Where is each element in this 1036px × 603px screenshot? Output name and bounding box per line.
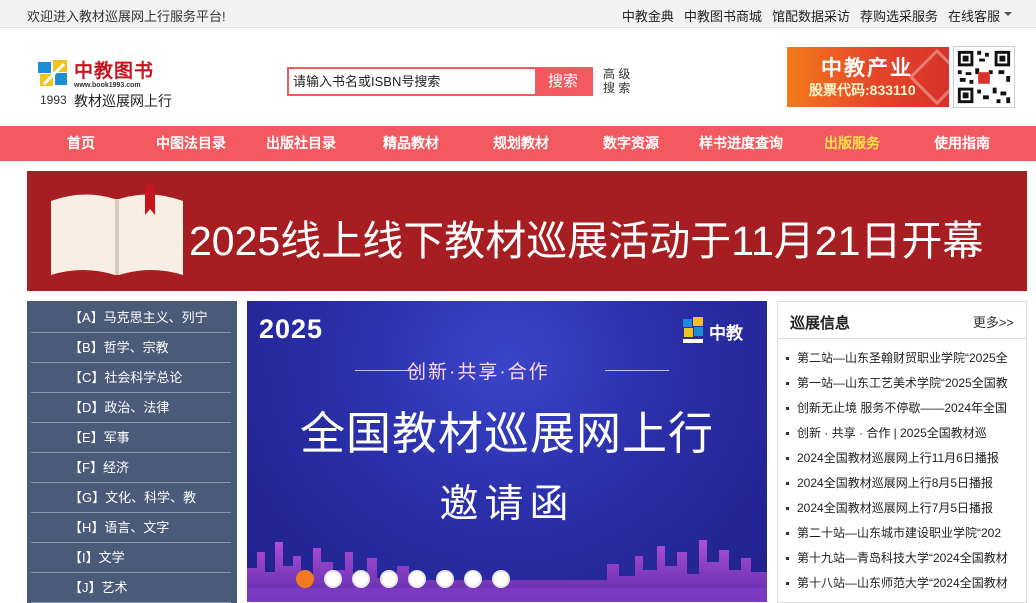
news-item[interactable]: 第二站—山东圣翰财贸职业学院“2025全 <box>786 346 1026 371</box>
exhibition-news-panel: 巡展信息 更多>> 第二站—山东圣翰财贸职业学院“2025全 第一站—山东工艺美… <box>777 301 1027 603</box>
news-panel-header: 巡展信息 更多>> <box>778 302 1026 339</box>
bullet-icon <box>786 532 789 536</box>
nav-clc-catalog[interactable]: 中图法目录 <box>147 126 235 161</box>
nav-planned-textbooks[interactable]: 规划教材 <box>477 126 565 161</box>
slogan-line-right <box>605 370 669 371</box>
bullet-icon <box>786 357 789 361</box>
category-item-i[interactable]: 【I】文学 <box>31 543 231 573</box>
news-item[interactable]: 2024全国教材巡展网上行7月5日播报 <box>786 496 1026 521</box>
logo-year: 1993 <box>40 93 67 107</box>
news-item[interactable]: 第一站—山东工艺美术学院“2025全国教 <box>786 371 1026 396</box>
news-item[interactable]: 2024全国教材巡展网上行11月6日播报 <box>786 446 1026 471</box>
nav-digital-resources[interactable]: 数字资源 <box>587 126 675 161</box>
news-item-text: 第十九站—青岛科技大学“2024全国教材 <box>797 551 1008 565</box>
event-banner[interactable]: 2025线上线下教材巡展活动于11月21日开幕 <box>27 171 1027 291</box>
main-nav: 首页 中图法目录 出版社目录 精品教材 规划教材 数字资源 样书进度查询 出版服… <box>0 126 1036 161</box>
category-item-h[interactable]: 【H】语言、文字 <box>31 513 231 543</box>
top-bar: 欢迎进入教材巡展网上行服务平台! 中教金典 中教图书商城 馆配数据采访 荐购选采… <box>0 0 1036 28</box>
slider-dot-3[interactable] <box>352 570 370 588</box>
advanced-search-line1: 高 级 <box>603 67 631 81</box>
nav-sample-progress[interactable]: 样书进度查询 <box>690 126 792 161</box>
slider-dot-2[interactable] <box>324 570 342 588</box>
category-item-j[interactable]: 【J】艺术 <box>31 573 231 603</box>
promo-title: 中教产业 <box>821 57 913 80</box>
news-item-text: 2024全国教材巡展网上行11月6日播报 <box>797 451 999 465</box>
slide-logo-text: 中教 <box>709 324 743 344</box>
news-item-text: 创新无止境 服务不停歇——2024年全国 <box>797 401 1008 415</box>
logo-slogan: 教材巡展网上行 <box>74 93 172 109</box>
logo-url: www.book1993.com <box>74 82 141 89</box>
search-button[interactable]: 搜索 <box>535 69 591 94</box>
top-link-zhongjiao-jindian[interactable]: 中教金典 <box>622 6 674 25</box>
logo-brand: 中教图书 <box>74 60 155 82</box>
nav-home[interactable]: 首页 <box>43 126 119 161</box>
slider-dot-5[interactable] <box>408 570 426 588</box>
nav-quality-textbooks[interactable]: 精品教材 <box>367 126 455 161</box>
open-book-icon <box>51 185 183 275</box>
bullet-icon <box>786 432 789 436</box>
site-logo[interactable]: 中教图书 www.book1993.com 1993 教材巡展网上行 <box>36 52 186 110</box>
category-item-d[interactable]: 【D】政治、法律 <box>31 393 231 423</box>
news-item-text: 第二十站—山东城市建设职业学院“202 <box>797 526 1002 540</box>
advanced-search-line2: 搜 索 <box>603 81 631 95</box>
nav-user-guide[interactable]: 使用指南 <box>918 126 1006 161</box>
category-item-a[interactable]: 【A】马克思主义、列宁 <box>31 303 231 333</box>
category-item-e[interactable]: 【E】军事 <box>31 423 231 453</box>
news-item[interactable]: 2024全国教材巡展网上行8月5日播报 <box>786 471 1026 496</box>
news-item-text: 第十八站—山东师范大学“2024全国教材 <box>797 576 1008 590</box>
news-item-text: 第一站—山东工艺美术学院“2025全国教 <box>797 376 1008 390</box>
news-item[interactable]: 创新 · 共享 · 合作 | 2025全国教材巡 <box>786 421 1026 446</box>
slider-dot-6[interactable] <box>436 570 454 588</box>
news-item-text: 2024全国教材巡展网上行7月5日播报 <box>797 501 994 515</box>
city-skyline-graphic <box>247 540 767 602</box>
news-panel-title: 巡展信息 <box>790 315 851 332</box>
slide-slogan: 创新·共享·合作 <box>407 362 550 383</box>
category-item-g[interactable]: 【G】文化、科学、教 <box>31 483 231 513</box>
top-link-book-mall[interactable]: 中教图书商城 <box>684 6 762 25</box>
slide-subtitle: 邀请函 <box>439 483 575 526</box>
category-item-c[interactable]: 【C】社会科学总论 <box>31 363 231 393</box>
hero-slider[interactable]: 2025 中教 创新·共享·合作 全国教材巡展网上行 邀请函 <box>247 301 767 602</box>
top-links: 中教金典 中教图书商城 馆配数据采访 荐购选采服务 在线客服 <box>622 6 1000 25</box>
news-item-text: 2024全国教材巡展网上行8月5日播报 <box>797 476 994 490</box>
category-item-b[interactable]: 【B】哲学、宗教 <box>31 333 231 363</box>
banner-title: 2025线上线下教材巡展活动于11月21日开幕 <box>189 218 984 264</box>
bullet-icon <box>786 507 789 511</box>
chevron-down-icon[interactable] <box>1004 10 1012 18</box>
slide-year: 2025 <box>259 314 324 344</box>
bullet-icon <box>786 557 789 561</box>
bullet-icon <box>786 382 789 386</box>
top-link-recommend-service[interactable]: 荐购选采服务 <box>860 6 938 25</box>
nav-publishing-services[interactable]: 出版服务 <box>808 126 896 161</box>
slide-title: 全国教材巡展网上行 <box>299 408 714 459</box>
bullet-icon <box>786 582 789 586</box>
slider-dot-4[interactable] <box>380 570 398 588</box>
news-item[interactable]: 第二十站—山东城市建设职业学院“202 <box>786 521 1026 546</box>
news-item-text: 第二站—山东圣翰财贸职业学院“2025全 <box>797 351 1008 365</box>
news-item[interactable]: 第十八站—山东师范大学“2024全国教材 <box>786 571 1026 596</box>
slider-dot-7[interactable] <box>464 570 482 588</box>
bullet-icon <box>786 407 789 411</box>
bullet-icon <box>786 482 789 486</box>
promo-stock-code: 股票代码:833110 <box>809 82 916 98</box>
welcome-text: 欢迎进入教材巡展网上行服务平台! <box>27 9 226 24</box>
category-list: 【A】马克思主义、列宁 【B】哲学、宗教 【C】社会科学总论 【D】政治、法律 … <box>27 301 237 603</box>
nav-publisher-catalog[interactable]: 出版社目录 <box>257 126 345 161</box>
category-item-f[interactable]: 【F】经济 <box>31 453 231 483</box>
search-input[interactable] <box>289 69 537 94</box>
bullet-icon <box>786 457 789 461</box>
logo-mark-icon <box>38 60 67 86</box>
advanced-search-link[interactable]: 高 级 搜 索 <box>603 67 633 95</box>
slider-dot-1[interactable] <box>296 570 314 588</box>
news-item[interactable]: 创新无止境 服务不停歇——2024年全国 <box>786 396 1026 421</box>
top-link-library-procurement[interactable]: 馆配数据采访 <box>772 6 850 25</box>
stock-promo-banner[interactable]: 中教产业 股票代码:833110 <box>787 47 949 107</box>
news-item[interactable]: 第十九站—青岛科技大学“2024全国教材 <box>786 546 1026 571</box>
search-box: 搜索 <box>287 67 593 96</box>
qr-code-icon <box>953 46 1015 108</box>
slider-dot-8[interactable] <box>492 570 510 588</box>
news-more-link[interactable]: 更多>> <box>973 312 1014 331</box>
top-link-online-support[interactable]: 在线客服 <box>948 6 1000 25</box>
news-item-text: 创新 · 共享 · 合作 | 2025全国教材巡 <box>797 426 987 440</box>
